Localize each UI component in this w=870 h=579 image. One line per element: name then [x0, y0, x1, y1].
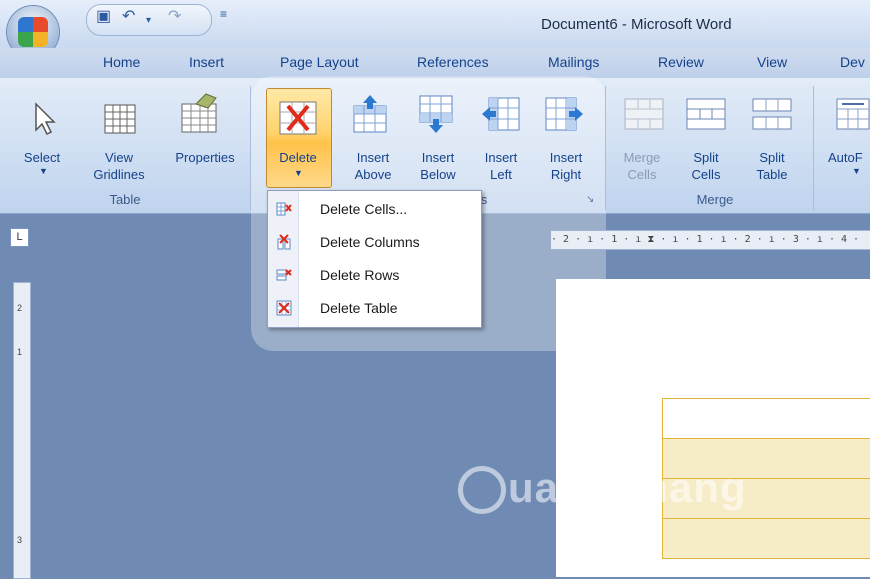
horizontal-ruler[interactable]: · 2 · ı · 1 · ı ⧗ · ı · 1 · ı · 2 · ı · … [551, 230, 870, 250]
properties-button[interactable]: Properties [164, 149, 246, 166]
insert-right-icon [544, 96, 584, 137]
delete-rows-icon [276, 267, 292, 283]
menu-item-label: Delete Cells... [320, 201, 408, 217]
undo-icon[interactable]: ↶ [122, 9, 135, 25]
tab-review[interactable]: Review [658, 54, 704, 70]
split-table-icon [752, 98, 792, 135]
menu-item-delete-table[interactable]: Delete Table [268, 292, 481, 325]
delete-button-label: Delete [279, 150, 317, 165]
insert-below-button[interactable]: Insert Below [410, 149, 466, 183]
ruler-number: 3 [17, 535, 23, 545]
insert-below-icon [418, 94, 454, 139]
ruler-tab-selector[interactable]: L [10, 228, 29, 247]
insert-above-button[interactable]: Insert Above [346, 149, 400, 183]
autofit-button[interactable]: AutoF [828, 149, 863, 166]
merge-cells-button[interactable]: Merge Cells [614, 149, 670, 183]
merge-cells-icon [624, 98, 664, 135]
split-table-button[interactable]: Split Table [746, 149, 798, 183]
menu-item-delete-cells[interactable]: Delete Cells... [268, 193, 481, 226]
delete-cells-icon [276, 201, 292, 217]
save-icon[interactable]: ▣ [96, 9, 111, 25]
autofit-dropdown-icon[interactable]: ▼ [852, 166, 861, 176]
tab-home[interactable]: Home [103, 54, 140, 70]
window-title: Document6 - Microsoft Word [541, 16, 732, 33]
insert-right-button[interactable]: Insert Right [538, 149, 594, 183]
watermark-text: uantrimang [508, 464, 747, 511]
vertical-ruler[interactable]: 2 1 3 [13, 282, 31, 579]
insert-left-icon [481, 96, 521, 137]
tab-references[interactable]: References [417, 54, 489, 70]
delete-dropdown-icon[interactable]: ▼ [294, 168, 303, 178]
menu-item-delete-columns[interactable]: Delete Columns [268, 226, 481, 259]
tab-view[interactable]: View [757, 54, 787, 70]
view-gridlines-icon [104, 104, 136, 139]
menu-item-label: Delete Columns [320, 234, 420, 250]
insert-left-button[interactable]: Insert Left [474, 149, 528, 183]
chevron-down-icon[interactable]: ▾ [146, 13, 151, 29]
autofit-icon [836, 98, 870, 135]
merge-group-label: Merge [696, 192, 734, 207]
table-group-label: Table [109, 192, 141, 207]
delete-dropdown-menu: Delete Cells... Delete Columns Delete Ro… [267, 190, 482, 328]
tab-page-layout[interactable]: Page Layout [280, 54, 359, 70]
delete-table-icon [278, 100, 318, 141]
dialog-launcher-icon[interactable]: ↘ [586, 194, 594, 205]
view-gridlines-button[interactable]: View Gridlines [82, 149, 156, 183]
table-row[interactable] [662, 518, 870, 559]
table-row[interactable] [662, 398, 870, 439]
split-cells-button[interactable]: Split Cells [680, 149, 732, 183]
redo-icon[interactable]: ↷ [168, 9, 181, 25]
delete-table-icon [276, 300, 292, 316]
split-cells-icon [686, 98, 726, 135]
table-properties-icon [178, 92, 220, 139]
menu-item-label: Delete Rows [320, 267, 400, 283]
select-cursor-icon [30, 102, 58, 141]
watermark-logo-icon [458, 466, 506, 514]
ruler-number: 1 [17, 347, 23, 357]
insert-above-icon [352, 94, 388, 139]
tab-mailings[interactable]: Mailings [548, 54, 599, 70]
tab-insert[interactable]: Insert [189, 54, 224, 70]
select-dropdown-icon[interactable]: ▼ [39, 166, 48, 176]
select-button[interactable]: Select [22, 149, 62, 166]
office-logo-icon [18, 17, 48, 47]
menu-item-delete-rows[interactable]: Delete Rows [268, 259, 481, 292]
menu-item-label: Delete Table [320, 300, 398, 316]
ruler-number: 2 [17, 303, 23, 313]
delete-columns-icon [276, 234, 292, 250]
group-separator [605, 86, 606, 210]
tab-developer[interactable]: Dev [840, 54, 865, 70]
group-separator [813, 86, 814, 210]
customize-qat-icon[interactable]: ≡ [220, 6, 227, 22]
